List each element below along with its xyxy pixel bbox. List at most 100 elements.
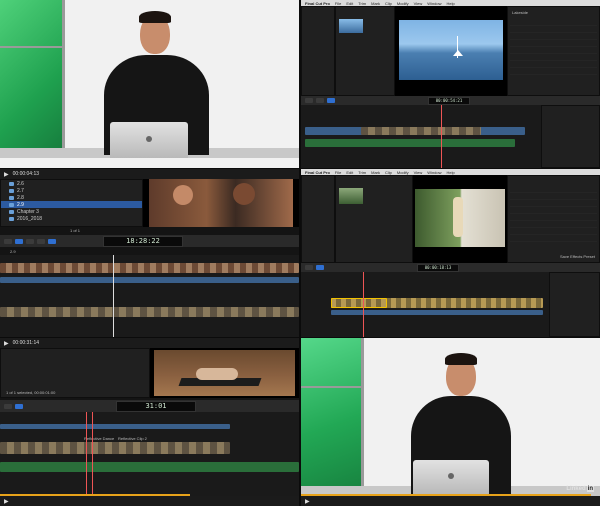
fcp-screen-column: Final Cut Pro File Edit Trim Mark Clip M… xyxy=(301,169,600,337)
audio-clip[interactable] xyxy=(0,462,299,472)
tool-button[interactable] xyxy=(316,98,324,103)
select-tool-button[interactable] xyxy=(15,403,23,409)
inspector[interactable]: Save Effects Preset xyxy=(507,175,600,263)
viewer xyxy=(143,179,299,227)
menu-mark[interactable]: Mark xyxy=(371,1,380,6)
menu-view[interactable]: View xyxy=(414,170,423,175)
clip-thumbnail[interactable] xyxy=(339,19,363,33)
dashboard-timecode: 18:28:22 xyxy=(103,235,183,247)
menu-view[interactable]: View xyxy=(414,1,423,6)
presenter-scene-1 xyxy=(0,0,299,168)
timeline-clip[interactable] xyxy=(0,263,299,273)
skimmer[interactable] xyxy=(92,412,93,496)
playhead[interactable] xyxy=(113,255,114,337)
connected-clip[interactable] xyxy=(0,424,230,429)
list-item[interactable]: 2016_2018 xyxy=(1,215,142,222)
menu-window[interactable]: Window xyxy=(427,170,441,175)
tool-button[interactable] xyxy=(4,403,12,409)
tool-button[interactable] xyxy=(15,238,23,244)
video-collage: Final Cut Pro File Edit Trim Mark Clip M… xyxy=(0,0,600,506)
timeline[interactable] xyxy=(0,255,299,337)
folder-icon xyxy=(9,195,14,200)
select-tool-button[interactable] xyxy=(316,265,324,270)
play-icon[interactable]: ▶ xyxy=(4,498,9,505)
browser-pane[interactable] xyxy=(335,6,395,96)
timeline-clip[interactable] xyxy=(0,307,299,317)
select-tool-button[interactable] xyxy=(327,98,335,103)
menu-modify[interactable]: Modify xyxy=(397,170,409,175)
menu-help[interactable]: Help xyxy=(447,1,455,6)
tool-button[interactable] xyxy=(305,98,313,103)
fcp-screen-lakeside: Final Cut Pro File Edit Trim Mark Clip M… xyxy=(301,0,600,168)
menu-modify[interactable]: Modify xyxy=(397,1,409,6)
selection-count: 1 of 1 xyxy=(70,228,81,233)
list-item-selected[interactable]: 2.9 xyxy=(1,201,142,208)
play-icon[interactable]: ▶ xyxy=(305,498,310,505)
play-icon[interactable]: ▶ xyxy=(4,171,9,178)
list-item[interactable]: 2.8 xyxy=(1,194,142,201)
menu-file[interactable]: File xyxy=(335,1,341,6)
green-wall xyxy=(301,338,361,496)
library-sidebar[interactable] xyxy=(301,6,335,96)
player-controls: ▶ xyxy=(0,496,299,506)
menu-help[interactable]: Help xyxy=(447,170,455,175)
audio-clip[interactable] xyxy=(305,139,515,147)
apple-logo xyxy=(146,136,152,142)
tool-button[interactable] xyxy=(305,265,313,270)
menu-clip[interactable]: Clip xyxy=(385,170,392,175)
fcp-screen-couple: ▶ 00:00:04:13 2.6 2.7 2.8 2.9 Chapter 3 … xyxy=(0,169,299,337)
browser-pane[interactable] xyxy=(335,175,413,263)
playhead[interactable] xyxy=(363,272,364,337)
folder-icon xyxy=(9,209,14,214)
timeline-name: 2.9 xyxy=(10,249,16,254)
menu-trim[interactable]: Trim xyxy=(358,170,366,175)
timeline-clip[interactable] xyxy=(0,442,230,454)
list-item[interactable]: 2.7 xyxy=(1,187,142,194)
timeline[interactable] xyxy=(301,105,541,168)
selected-clip[interactable] xyxy=(331,298,387,308)
playhead[interactable] xyxy=(86,412,87,496)
tool-button[interactable] xyxy=(26,238,34,244)
menu-clip[interactable]: Clip xyxy=(385,1,392,6)
folder-icon xyxy=(9,216,14,221)
list-item[interactable]: 2.6 xyxy=(1,180,142,187)
selection-label: 1 of 1 selected, 00:00:01:00 xyxy=(6,390,56,395)
menu-app[interactable]: Final Cut Pro xyxy=(305,170,330,175)
timeline[interactable]: Reflective Dance Reflective Clip 2 xyxy=(0,412,299,496)
apple-logo xyxy=(448,473,454,479)
dashboard-timecode: 00:00:54:21 xyxy=(428,96,470,105)
elapsed-timecode: 00:00:04:13 xyxy=(12,171,40,177)
tool-button[interactable] xyxy=(4,238,12,244)
menu-file[interactable]: File xyxy=(335,170,341,175)
menu-edit[interactable]: Edit xyxy=(346,1,353,6)
library-sidebar[interactable] xyxy=(301,175,335,263)
clip-label: Reflective Clip 2 xyxy=(118,436,147,441)
timeline-toolbar: 31:01 xyxy=(0,400,299,412)
menu-window[interactable]: Window xyxy=(427,1,441,6)
select-tool-button[interactable] xyxy=(48,238,56,244)
clip-thumbnail[interactable] xyxy=(339,188,363,204)
dashboard-timecode: 00:00:18:13 xyxy=(417,263,459,272)
save-preset-button[interactable]: Save Effects Preset xyxy=(560,254,595,259)
audio-meters xyxy=(541,105,600,168)
event-browser[interactable]: 2.6 2.7 2.8 2.9 Chapter 3 2016_2018 xyxy=(0,179,143,227)
timeline-toolbar: 00:00:18:13 xyxy=(301,263,600,272)
viewer xyxy=(150,348,299,398)
menu-mark[interactable]: Mark xyxy=(371,170,380,175)
timeline[interactable] xyxy=(301,272,549,337)
menu-trim[interactable]: Trim xyxy=(358,1,366,6)
playhead[interactable] xyxy=(441,105,442,168)
laptop xyxy=(413,460,489,494)
timeline-clip[interactable] xyxy=(361,127,481,135)
timeline-toolbar: 18:28:22 xyxy=(0,235,299,247)
list-item[interactable]: Chapter 3 xyxy=(1,208,142,215)
menu-app[interactable]: Final Cut Pro xyxy=(305,1,330,6)
play-icon[interactable]: ▶ xyxy=(4,340,9,347)
menu-edit[interactable]: Edit xyxy=(346,170,353,175)
tool-button[interactable] xyxy=(37,238,45,244)
connected-clip[interactable] xyxy=(0,277,299,283)
top-transport-bar: ▶ 00:00:31:14 xyxy=(0,338,299,348)
inspector[interactable]: Lakeside xyxy=(507,6,600,96)
presenter-scene-2: Linked in ▶ xyxy=(301,338,600,506)
folder-icon xyxy=(9,202,14,207)
